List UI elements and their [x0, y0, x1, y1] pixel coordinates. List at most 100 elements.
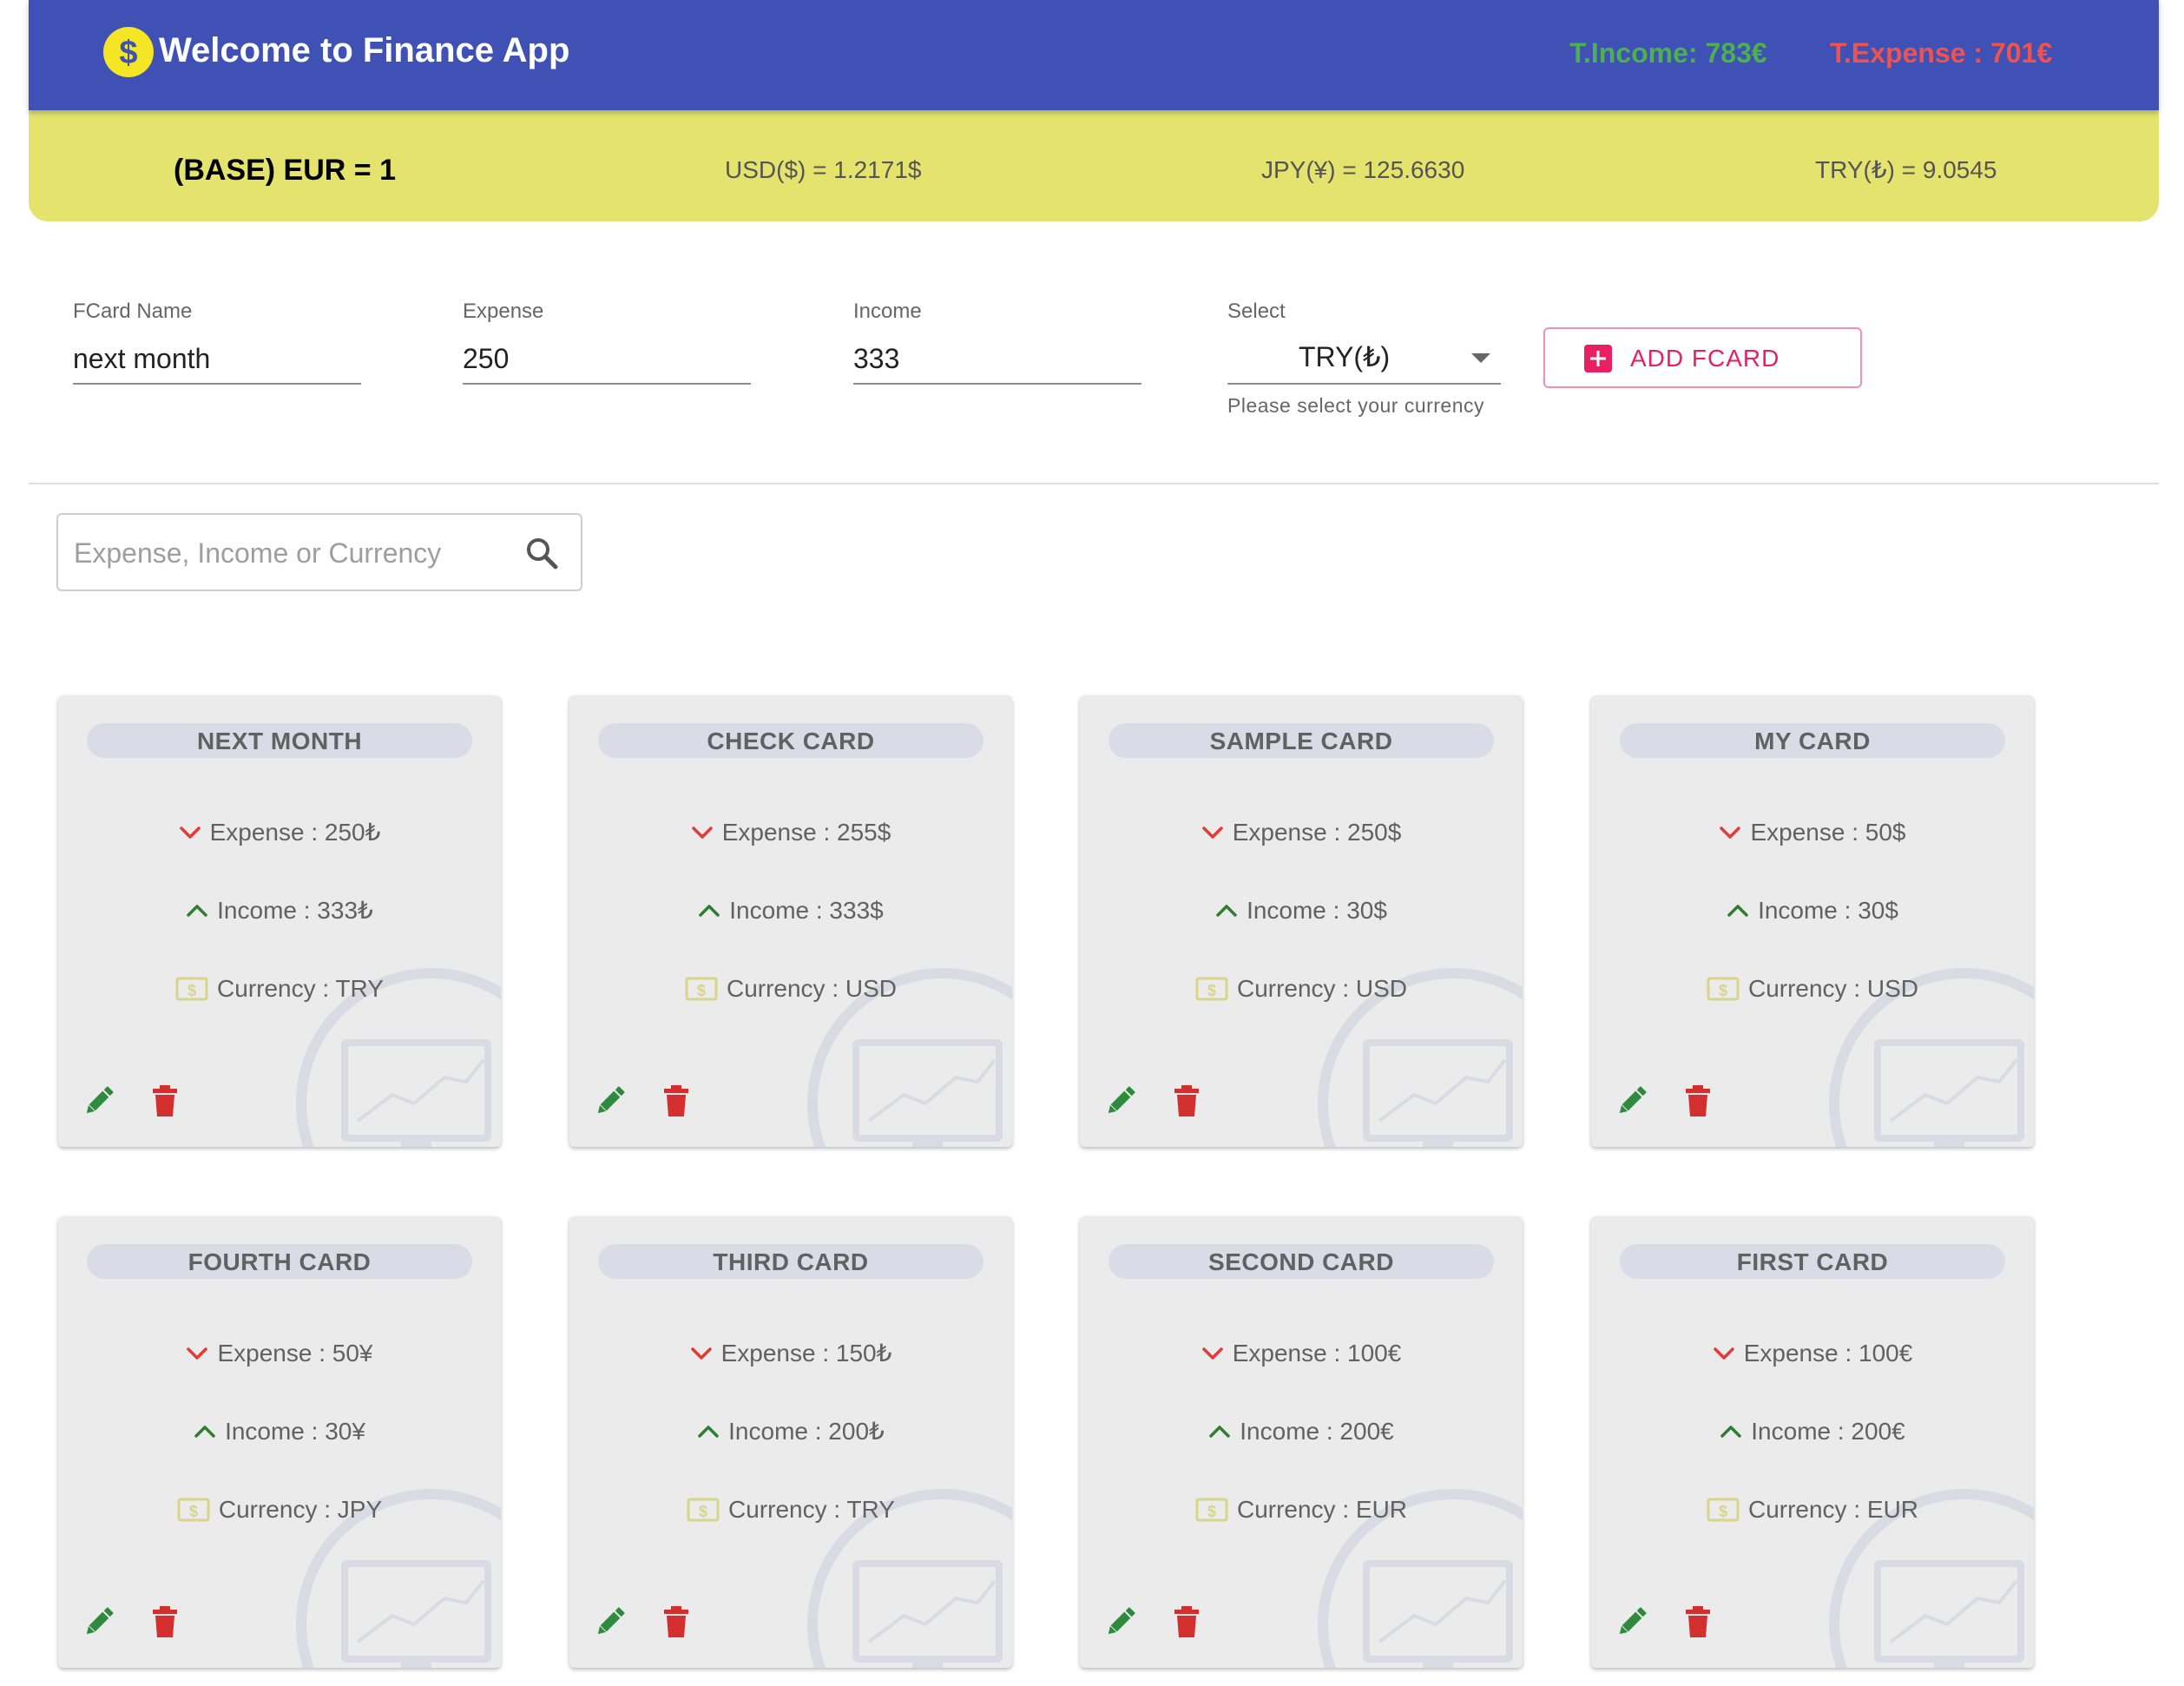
- chevron-down-icon: [1720, 826, 1741, 839]
- total-income: T.Income: 783€: [1569, 37, 1767, 69]
- svg-text:$: $: [1207, 1503, 1216, 1520]
- finance-app: $ Welcome to Finance App T.Income: 783€ …: [0, 0, 2184, 1686]
- pencil-icon[interactable]: [82, 1083, 116, 1118]
- search-input[interactable]: [72, 515, 492, 591]
- fcard-income-text: Income : 30¥: [225, 1418, 365, 1445]
- fcard-expense-text: Expense : 50$: [1750, 819, 1906, 846]
- fcard-title: FIRST CARD: [1620, 1244, 2005, 1279]
- chevron-up-icon: [1216, 904, 1237, 917]
- pencil-icon[interactable]: [1615, 1604, 1649, 1639]
- fcard-currency-text: Currency : TRY: [728, 1496, 895, 1523]
- fcard-title: CHECK CARD: [598, 723, 983, 758]
- pencil-icon[interactable]: [1103, 1083, 1138, 1118]
- fcard-title: THIRD CARD: [598, 1244, 983, 1279]
- chevron-up-icon: [1209, 1425, 1231, 1438]
- currency-select[interactable]: TRY(₺): [1227, 334, 1501, 385]
- fcard-fourth-card: FOURTH CARD Expense : 50¥ Income : 30¥ $…: [58, 1216, 501, 1668]
- trash-icon[interactable]: [659, 1604, 694, 1639]
- fcard-expense-text: Expense : 250₺: [209, 819, 381, 846]
- trash-icon[interactable]: [1169, 1083, 1204, 1118]
- fcard-next-month: NEXT MONTH Expense : 250₺ Income : 333₺ …: [58, 695, 501, 1147]
- fcard-income-text: Income : 200€: [1751, 1418, 1905, 1445]
- cash-icon: $: [1707, 1498, 1740, 1522]
- fcard-currency-text: Currency : JPY: [218, 1496, 383, 1523]
- svg-text:$: $: [189, 1503, 198, 1520]
- usd-rate: USD($) = 1.2171$: [725, 156, 922, 183]
- currency-select-label: Select: [1227, 300, 1286, 323]
- fcard-currency: $ Currency : TRY: [58, 971, 501, 1006]
- cash-icon: $: [687, 1498, 720, 1522]
- cash-icon: $: [1707, 977, 1740, 1001]
- fcard-currency: $ Currency : EUR: [1080, 1492, 1523, 1527]
- fcard-currency-text: Currency : EUR: [1747, 1496, 1919, 1523]
- fcard-second-card: SECOND CARD Expense : 100€ Income : 200€…: [1080, 1216, 1523, 1668]
- base-rate: (BASE) EUR = 1: [174, 154, 396, 187]
- svg-text:$: $: [697, 982, 706, 999]
- fcard-currency: $ Currency : USD: [569, 971, 1012, 1006]
- fcard-currency-text: Currency : USD: [726, 975, 898, 1002]
- fcard-expense: Expense : 50$: [1591, 815, 2034, 850]
- expense-input[interactable]: [463, 334, 751, 385]
- trash-icon[interactable]: [148, 1604, 182, 1639]
- trash-icon[interactable]: [148, 1083, 182, 1118]
- chevron-up-icon: [699, 904, 720, 917]
- pencil-icon[interactable]: [593, 1604, 628, 1639]
- total-expense: T.Expense : 701€: [1830, 37, 2053, 69]
- svg-text:$: $: [699, 1503, 707, 1520]
- fcard-title: FOURTH CARD: [87, 1244, 472, 1279]
- fcard-currency: $ Currency : USD: [1080, 971, 1523, 1006]
- fcard-name-label: FCard Name: [73, 300, 193, 323]
- fcard-income-text: Income : 333₺: [217, 897, 373, 924]
- fcard-check-card: CHECK CARD Expense : 255$ Income : 333$ …: [569, 695, 1012, 1147]
- chevron-up-icon: [698, 1425, 719, 1438]
- pencil-icon[interactable]: [1615, 1083, 1649, 1118]
- fcard-expense-text: Expense : 250$: [1232, 819, 1402, 846]
- trash-icon[interactable]: [1169, 1604, 1204, 1639]
- svg-text:$: $: [1207, 982, 1216, 999]
- fcard-name-input[interactable]: [73, 334, 361, 385]
- trash-icon[interactable]: [1681, 1083, 1715, 1118]
- fcard-expense-text: Expense : 100€: [1743, 1340, 1913, 1367]
- fcard-income: Income : 30$: [1591, 893, 2034, 928]
- app-title: Welcome to Finance App: [159, 31, 570, 69]
- fcard-income-text: Income : 30$: [1758, 897, 1898, 924]
- fcard-income-text: Income : 200€: [1240, 1418, 1394, 1445]
- chevron-down-icon: [187, 1347, 208, 1360]
- fcard-currency-text: Currency : EUR: [1236, 1496, 1408, 1523]
- fcard-title: SAMPLE CARD: [1108, 723, 1494, 758]
- fcard-income-text: Income : 30$: [1247, 897, 1387, 924]
- chevron-up-icon: [1727, 904, 1748, 917]
- try-rate: TRY(₺) = 9.0545: [1815, 156, 1997, 183]
- fcard-expense: Expense : 250₺: [58, 815, 501, 850]
- pencil-icon[interactable]: [1103, 1604, 1138, 1639]
- income-field: Income: [853, 300, 1141, 386]
- pencil-icon[interactable]: [593, 1083, 628, 1118]
- pencil-icon[interactable]: [82, 1604, 116, 1639]
- fcard-currency: $ Currency : JPY: [58, 1492, 501, 1527]
- trash-icon[interactable]: [1681, 1604, 1715, 1639]
- fcard-currency-text: Currency : TRY: [217, 975, 384, 1002]
- chevron-down-icon: [691, 826, 713, 839]
- chevron-down-icon: [1201, 1347, 1223, 1360]
- income-input[interactable]: [853, 334, 1141, 385]
- app-header: $ Welcome to Finance App T.Income: 783€ …: [29, 0, 2159, 110]
- fcard-income-text: Income : 333$: [729, 897, 884, 924]
- fcard-expense-text: Expense : 100€: [1232, 1340, 1402, 1367]
- fcard-income: Income : 30$: [1080, 893, 1523, 928]
- expense-field: Expense: [463, 300, 751, 386]
- fcard-income: Income : 200€: [1591, 1414, 2034, 1449]
- fcard-expense: Expense : 255$: [569, 815, 1012, 850]
- exchange-rates-bar: (BASE) EUR = 1 USD($) = 1.2171$ JPY(¥) =…: [29, 110, 2159, 221]
- add-fcard-button[interactable]: ADD FCARD: [1543, 327, 1862, 388]
- cash-icon: $: [177, 1498, 210, 1522]
- trash-icon[interactable]: [659, 1083, 694, 1118]
- search-icon[interactable]: [524, 536, 559, 570]
- fcard-currency-text: Currency : USD: [1747, 975, 1919, 1002]
- fcard-expense: Expense : 150₺: [569, 1336, 1012, 1371]
- dropdown-arrow-icon: [1471, 353, 1490, 363]
- fcard-expense: Expense : 100€: [1080, 1336, 1523, 1371]
- fcard-income: Income : 333₺: [58, 893, 501, 928]
- cash-icon: $: [1195, 977, 1228, 1001]
- fcard-title: NEXT MONTH: [87, 723, 472, 758]
- currency-select-value: TRY(₺): [1299, 341, 1391, 372]
